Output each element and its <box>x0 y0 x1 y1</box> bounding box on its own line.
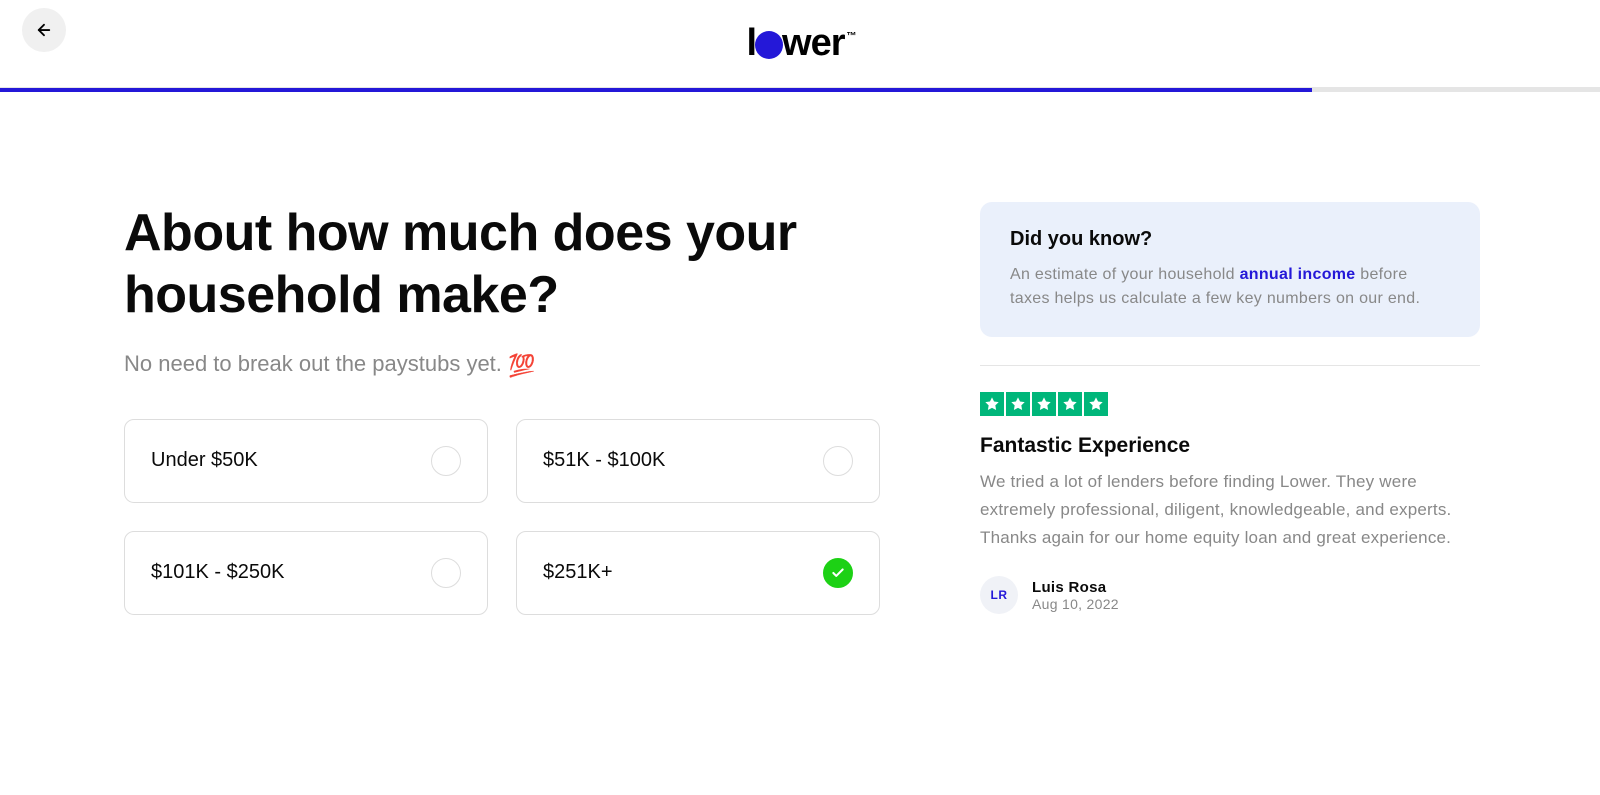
arrow-left-icon <box>35 21 53 39</box>
review-title: Fantastic Experience <box>980 434 1480 458</box>
header: l wer ™ <box>0 0 1600 88</box>
option-251k-plus[interactable]: $251K+ <box>516 531 880 615</box>
avatar: LR <box>980 576 1018 614</box>
star-rating <box>980 392 1480 416</box>
option-51k-100k[interactable]: $51K - $100K <box>516 419 880 503</box>
info-title: Did you know? <box>1010 228 1450 251</box>
logo: l wer ™ <box>746 22 853 65</box>
option-label: Under $50K <box>151 449 258 472</box>
option-under-50k[interactable]: Under $50K <box>124 419 488 503</box>
check-icon <box>831 566 845 580</box>
logo-dot-icon <box>755 31 783 59</box>
option-101k-250k[interactable]: $101K - $250K <box>124 531 488 615</box>
radio-icon <box>823 446 853 476</box>
logo-text-after: wer <box>782 22 844 65</box>
reviewer-name: Luis Rosa <box>1032 579 1119 596</box>
question-subtitle: No need to break out the paystubs yet. 💯 <box>124 351 880 379</box>
option-label: $101K - $250K <box>151 561 284 584</box>
reviewer-date: Aug 10, 2022 <box>1032 596 1119 612</box>
hundred-emoji: 💯 <box>508 353 535 379</box>
progress-fill <box>0 88 1312 92</box>
logo-trademark: ™ <box>847 31 856 42</box>
question-panel: About how much does your household make?… <box>124 202 880 615</box>
star-icon <box>1032 392 1056 416</box>
info-box: Did you know? An estimate of your househ… <box>980 202 1480 337</box>
star-icon <box>1084 392 1108 416</box>
radio-icon <box>431 558 461 588</box>
options-grid: Under $50K $51K - $100K $101K - $250K $2… <box>124 419 880 615</box>
radio-icon <box>431 446 461 476</box>
option-label: $51K - $100K <box>543 449 665 472</box>
review-body: We tried a lot of lenders before finding… <box>980 468 1480 552</box>
info-text: An estimate of your household annual inc… <box>1010 263 1450 311</box>
sidebar-panel: Did you know? An estimate of your househ… <box>980 202 1480 615</box>
reviewer: LR Luis Rosa Aug 10, 2022 <box>980 576 1480 614</box>
back-button[interactable] <box>22 8 66 52</box>
option-label: $251K+ <box>543 561 613 584</box>
star-icon <box>1006 392 1030 416</box>
question-title: About how much does your household make? <box>124 202 880 327</box>
radio-selected-icon <box>823 558 853 588</box>
info-highlight: annual income <box>1240 266 1356 283</box>
star-icon <box>980 392 1004 416</box>
content-area: About how much does your household make?… <box>0 92 1600 615</box>
reviewer-info: Luis Rosa Aug 10, 2022 <box>1032 579 1119 612</box>
progress-bar <box>0 88 1600 92</box>
star-icon <box>1058 392 1082 416</box>
divider <box>980 365 1480 366</box>
